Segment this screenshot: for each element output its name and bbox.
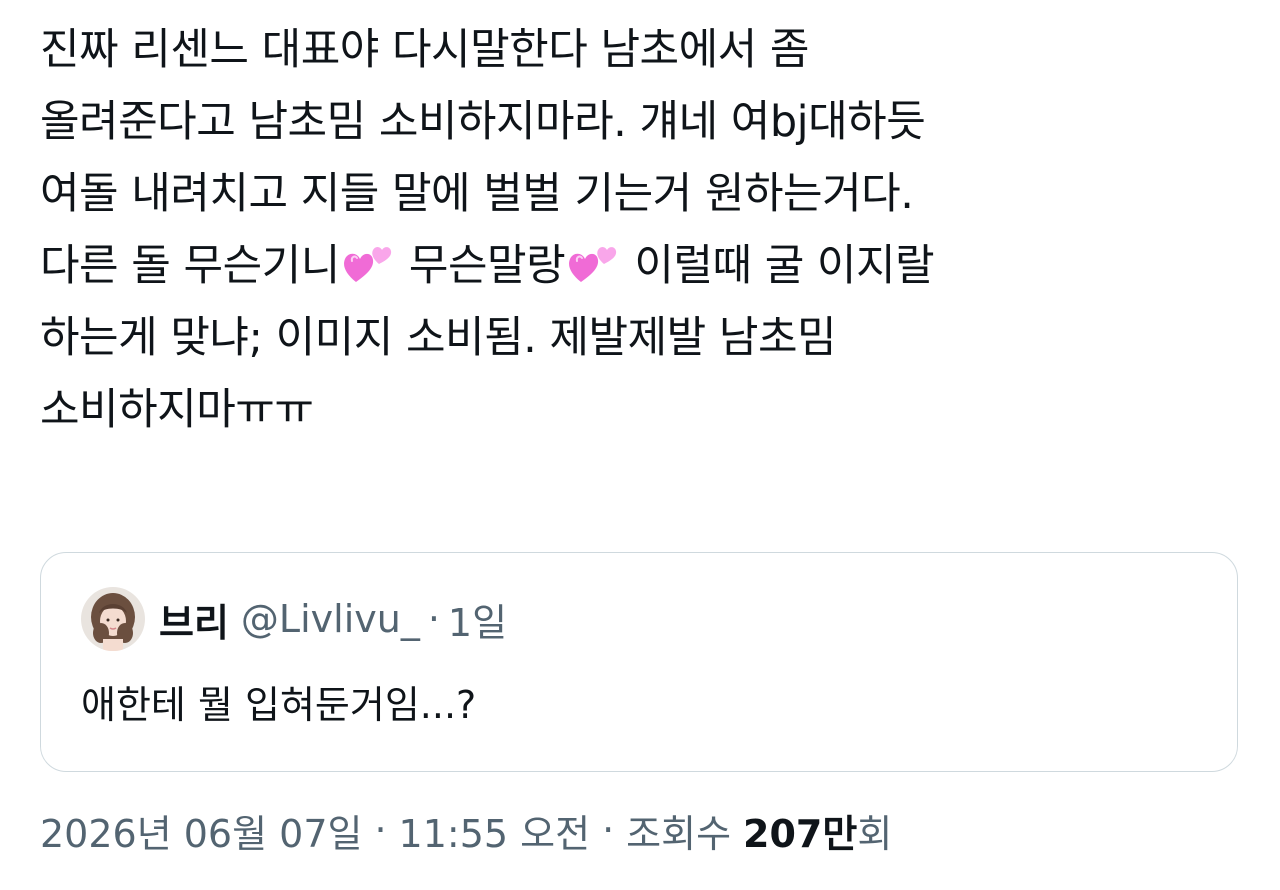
separator-dot: · xyxy=(427,597,440,641)
separator-dot: · xyxy=(602,808,615,852)
quoted-author-name[interactable]: 브리 xyxy=(159,592,229,647)
tweet-text-segment: 이럴때 굴 이지랄 xyxy=(621,241,935,291)
quoted-author-handle[interactable]: @Livlivu_ xyxy=(241,597,420,641)
avatar[interactable] xyxy=(81,587,145,651)
tweet-text-line: 소비하지마ㅠㅠ xyxy=(40,385,314,435)
views-label: 조회수 xyxy=(626,811,732,856)
tweet-date[interactable]: 2026년 06월 07일 xyxy=(40,803,362,858)
tweet-text-line: 올려준다고 남초밈 소비하지마라. 걔네 여bj대하듯 xyxy=(40,97,926,147)
tweet-text-line: 진짜 리센느 대표야 다시말한다 남초에서 좀 xyxy=(40,25,809,75)
two-hearts-icon xyxy=(569,247,617,282)
views-count[interactable]: 207만 xyxy=(743,803,857,858)
tweet-metadata: 2026년 06월 07일 · 11:55 오전 · 조회수 207만 회 xyxy=(40,800,892,860)
tweet-text-segment: 무슨말랑 xyxy=(395,241,566,291)
tweet-time[interactable]: 11:55 오전 xyxy=(399,803,591,858)
quoted-tweet-header: 브리 @Livlivu_ · 1일 xyxy=(81,587,507,651)
tweet-text-line: 여돌 내려치고 지들 말에 벌벌 기는거 원하는거다. xyxy=(40,169,914,219)
tweet-text-line: 다른 돌 무슨기니 무슨말랑 이럴때 굴 이지랄 xyxy=(40,230,1240,302)
tweet-text: 진짜 리센느 대표야 다시말한다 남초에서 좀 올려준다고 남초밈 소비하지마라… xyxy=(40,14,1240,446)
tweet-text-line: 하는게 맞냐; 이미지 소비됨. 제발제발 남초밈 xyxy=(40,313,837,363)
quoted-tweet-text: 애한테 뭘 입혀둔거임...? xyxy=(81,683,477,727)
views-suffix: 회 xyxy=(857,811,893,856)
two-hearts-icon xyxy=(343,247,391,282)
tweet-text-segment: 다른 돌 무슨기니 xyxy=(40,241,340,291)
avatar-image xyxy=(81,587,145,651)
quoted-tweet-card[interactable]: 브리 @Livlivu_ · 1일 애한테 뭘 입혀둔거임...? xyxy=(40,552,1238,772)
quoted-tweet-time[interactable]: 1일 xyxy=(448,592,507,647)
separator-dot: · xyxy=(374,808,387,852)
